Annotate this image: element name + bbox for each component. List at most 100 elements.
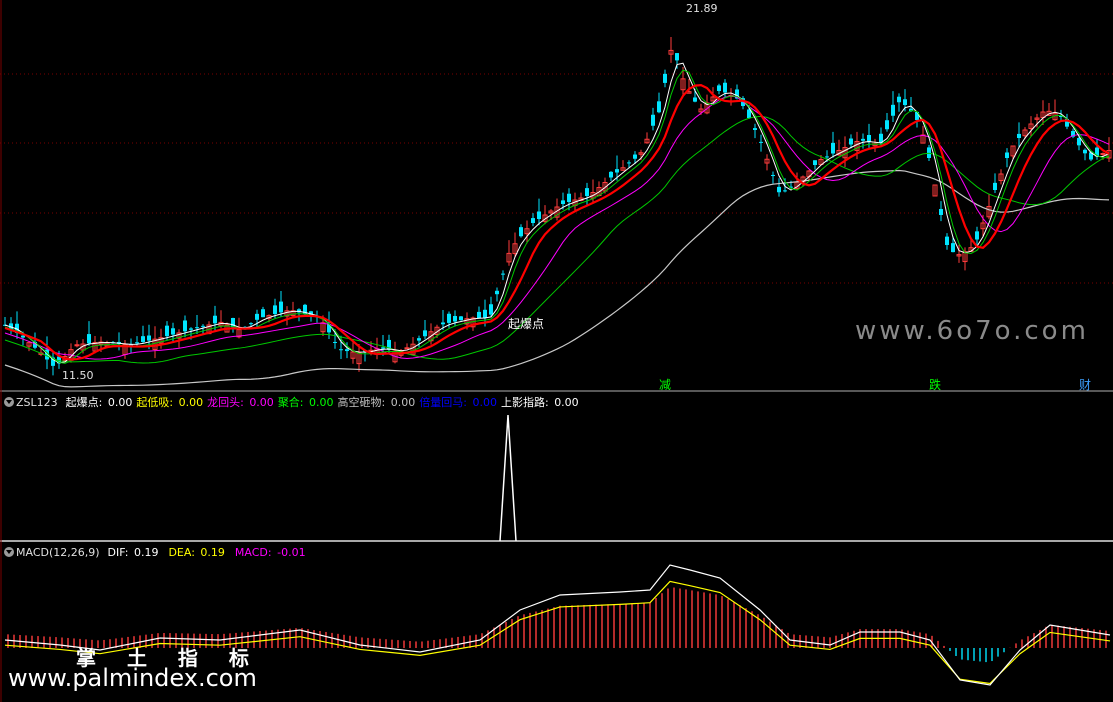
candle-down [561, 200, 565, 204]
candle-down [657, 101, 661, 113]
candle-down [495, 290, 499, 295]
candle-down [273, 305, 277, 314]
candle-down [885, 120, 889, 130]
candle-down [675, 53, 679, 61]
candle-down [939, 208, 943, 215]
candle-down [501, 273, 505, 275]
price-high-label: 21.89 [686, 2, 718, 15]
indicator-spike [499, 414, 517, 542]
macd-name: MACD(12,26,9) [16, 545, 100, 559]
candle-down [1005, 152, 1009, 158]
field-qidixi: 起低吸: 0.00 [136, 396, 204, 409]
candle-down [567, 193, 571, 202]
candle-down [927, 147, 931, 158]
candle-down [783, 190, 787, 192]
field-shangyingzhilu: 上影指路: 0.00 [500, 396, 579, 409]
candle-down [633, 154, 637, 159]
signal-label-qibaodian: 起爆点 [508, 317, 545, 331]
field-juhe: 聚合: 0.00 [277, 396, 334, 409]
candle-down [651, 114, 655, 126]
candle-down [519, 227, 523, 237]
candle-down [1083, 149, 1087, 154]
candle-up [1100, 153, 1106, 155]
field-longhuitou: 龙回头: 0.00 [207, 396, 274, 409]
candle-down [165, 325, 169, 337]
indicator-header: ZSL123 起爆点: 0.00 起低吸: 0.00 龙回头: 0.00 聚合:… [4, 394, 583, 410]
candle-down [87, 334, 91, 344]
candle-down [213, 315, 217, 324]
candle-down [849, 138, 853, 145]
candle-down [171, 328, 175, 335]
candle-down [339, 349, 343, 351]
candle-down [897, 96, 901, 103]
candle-down [201, 325, 205, 327]
indicator-name: ZSL123 [16, 395, 58, 409]
candle-down [345, 349, 349, 352]
candle-down [753, 128, 757, 130]
field-gaokongzawu: 高空砸物: 0.00 [337, 396, 416, 409]
event-marker-reduce[interactable]: 减 [659, 378, 671, 392]
field-macd: MACD: -0.01 [234, 545, 306, 559]
candle-down [945, 236, 949, 245]
candle-down [1017, 133, 1021, 138]
candle-down [627, 162, 631, 164]
candle-down [951, 243, 955, 253]
stock-chart-canvas[interactable] [0, 0, 1113, 702]
candle-down [477, 311, 481, 318]
candle-down [141, 336, 145, 342]
candle-down [615, 169, 619, 173]
candle-down [459, 316, 463, 321]
candle-down [249, 323, 253, 325]
candle-down [903, 99, 907, 105]
candle-down [183, 320, 187, 332]
candle-down [453, 316, 457, 322]
collapse-icon[interactable] [4, 547, 14, 557]
candle-down [975, 231, 979, 240]
candle-down [189, 328, 193, 330]
candle-down [531, 218, 535, 223]
candle-down [483, 309, 487, 318]
candle-down [717, 85, 721, 91]
field-dif: DIF: 0.19 [107, 545, 159, 559]
candle-down [195, 327, 199, 329]
collapse-icon[interactable] [4, 397, 14, 407]
price-low-label: 11.50 [62, 369, 94, 382]
field-beilianghuima: 倍量回马: 0.00 [419, 396, 497, 409]
candle-down [417, 338, 421, 341]
candle-down [585, 188, 589, 196]
candle-down [759, 141, 763, 143]
candle-down [447, 313, 451, 323]
candle-down [693, 97, 697, 102]
candle-up [404, 347, 410, 350]
candle-down [723, 82, 727, 93]
candle-down [441, 322, 445, 325]
field-dea: DEA: 0.19 [168, 545, 225, 559]
candle-down [777, 186, 781, 193]
candle-down [255, 313, 259, 320]
candle-down [609, 171, 613, 178]
candle-down [279, 301, 283, 313]
watermark-palm-url: www.palmindex.com [8, 664, 257, 692]
candle-down [381, 347, 385, 349]
candle-down [663, 73, 667, 83]
event-marker-finance[interactable]: 财 [1079, 378, 1091, 392]
candle-down [771, 174, 775, 176]
candle-down [813, 160, 817, 165]
candle-down [261, 309, 265, 318]
event-marker-drop[interactable]: 跌 [929, 378, 941, 392]
candle-down [537, 211, 541, 219]
candle-down [993, 182, 997, 190]
candle-down [831, 142, 835, 154]
candle-down [147, 335, 151, 341]
candle-down [135, 342, 139, 344]
candle-down [861, 138, 865, 141]
candle-down [333, 341, 337, 343]
field-qibaodian: 起爆点: 0.00 [65, 396, 133, 409]
candle-down [825, 156, 829, 158]
candle-down [423, 330, 427, 337]
candle-down [21, 335, 25, 338]
candle-down [489, 304, 493, 315]
watermark-6o7o: www.6o7o.com [855, 316, 1089, 346]
macd-header: MACD(12,26,9) DIF: 0.19 DEA: 0.19 MACD: … [4, 544, 310, 560]
candle-down [891, 104, 895, 116]
